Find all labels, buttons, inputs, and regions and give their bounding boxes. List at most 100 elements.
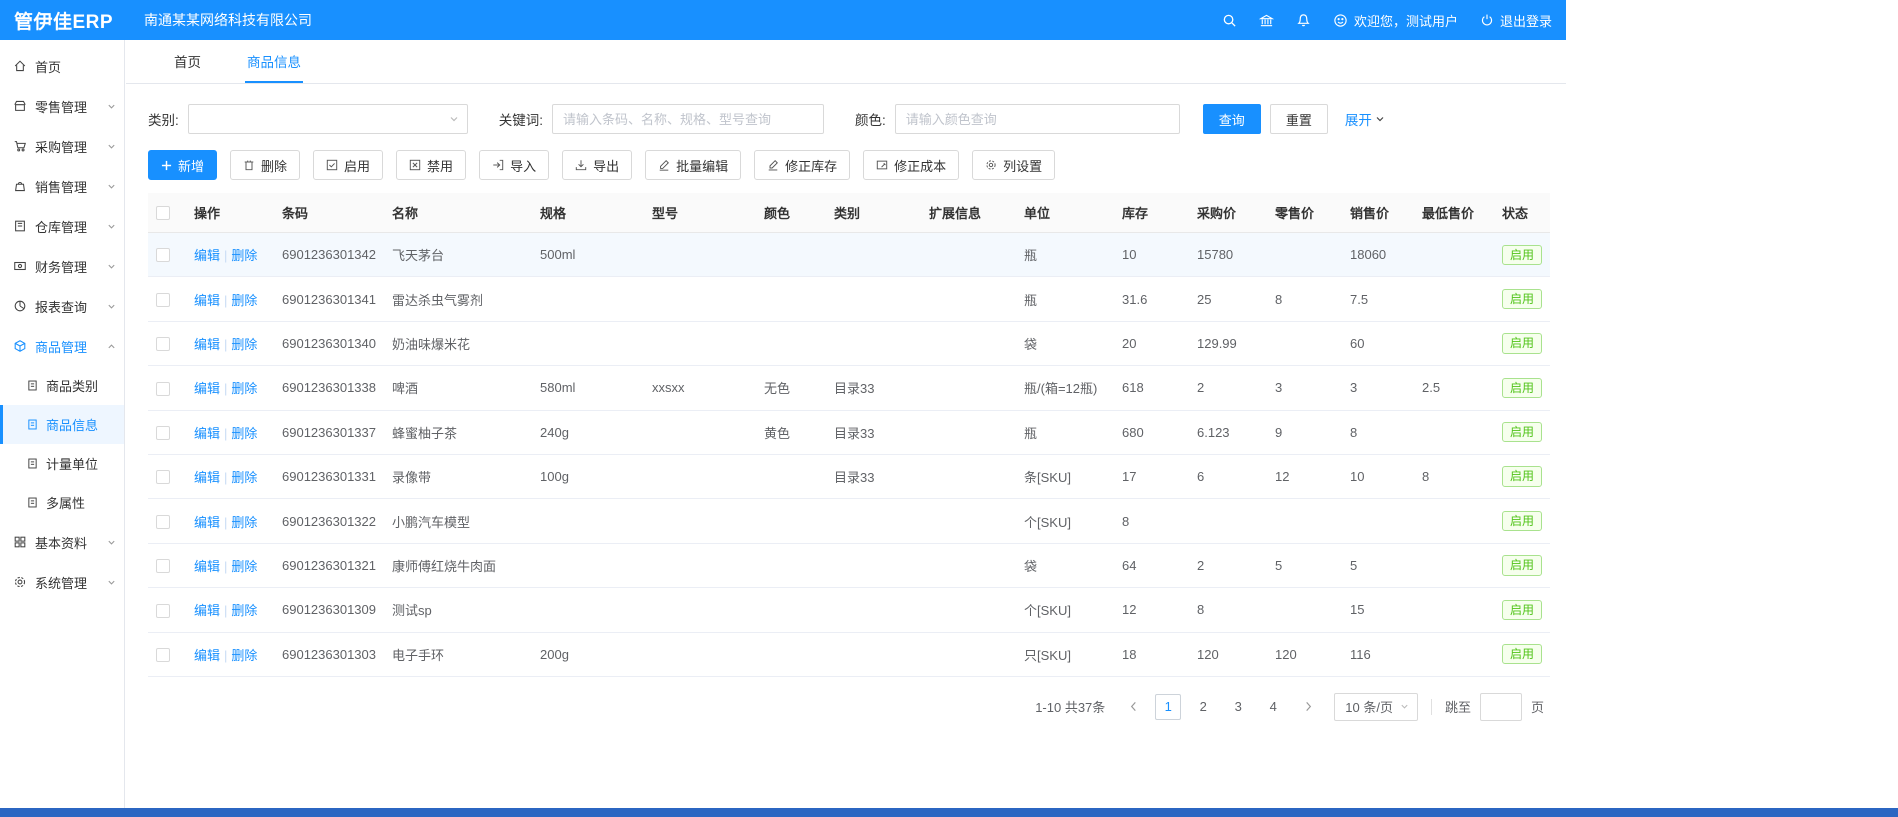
- edit-link[interactable]: 编辑: [194, 293, 220, 308]
- chevron-down-icon: [107, 182, 116, 191]
- cell-ext-info: [921, 233, 1016, 277]
- cell-ext-info: [921, 321, 1016, 365]
- delete-link[interactable]: 删除: [231, 293, 257, 308]
- search-button[interactable]: 查询: [1203, 104, 1261, 134]
- cell-sale-price: 8: [1342, 410, 1414, 454]
- bell-icon[interactable]: [1296, 13, 1311, 28]
- delete-link[interactable]: 删除: [231, 381, 257, 396]
- delete-link[interactable]: 删除: [231, 648, 257, 663]
- edit-link[interactable]: 编辑: [194, 381, 220, 396]
- chevron-down-icon: [107, 578, 116, 587]
- reset-button[interactable]: 重置: [1270, 104, 1328, 134]
- chevron-down-icon: [107, 538, 116, 547]
- page-size-select[interactable]: 10 条/页: [1334, 693, 1418, 721]
- row-checkbox[interactable]: [156, 648, 170, 662]
- cell-sale-price: 116: [1342, 632, 1414, 676]
- sidebar-item-sales[interactable]: 销售管理: [0, 166, 124, 206]
- prev-page-button[interactable]: [1120, 694, 1146, 720]
- add-button[interactable]: 新增: [148, 150, 217, 180]
- edit-link[interactable]: 编辑: [194, 248, 220, 263]
- delete-link[interactable]: 删除: [231, 426, 257, 441]
- row-checkbox[interactable]: [156, 248, 170, 262]
- row-checkbox[interactable]: [156, 382, 170, 396]
- delete-link[interactable]: 删除: [231, 559, 257, 574]
- welcome-text: 欢迎您，测试用户: [1354, 11, 1458, 30]
- row-checkbox[interactable]: [156, 426, 170, 440]
- enable-button[interactable]: 启用: [313, 150, 383, 180]
- sidebar-item-home[interactable]: 首页: [0, 46, 124, 86]
- color-input[interactable]: [895, 104, 1180, 134]
- fix-stock-button[interactable]: 修正库存: [754, 150, 850, 180]
- sidebar-item-purchase[interactable]: 采购管理: [0, 126, 124, 166]
- sidebar-item-basic-data[interactable]: 基本资料: [0, 522, 124, 562]
- cell-ext-info: [921, 632, 1016, 676]
- sidebar-item-reports[interactable]: 报表查询: [0, 286, 124, 326]
- cell-purchase-price: 6: [1189, 454, 1267, 498]
- cell-retail-price: [1267, 499, 1342, 543]
- page-button-3[interactable]: 3: [1225, 694, 1251, 720]
- page-button-1[interactable]: 1: [1155, 694, 1181, 720]
- cell-model: [644, 321, 756, 365]
- user-menu[interactable]: 欢迎您，测试用户: [1333, 11, 1458, 30]
- delete-link[interactable]: 删除: [231, 515, 257, 530]
- row-checkbox[interactable]: [156, 559, 170, 573]
- edit-link[interactable]: 编辑: [194, 515, 220, 530]
- page-button-2[interactable]: 2: [1190, 694, 1216, 720]
- cell-ext-info: [921, 543, 1016, 587]
- tab-home[interactable]: 首页: [172, 40, 203, 83]
- row-checkbox[interactable]: [156, 337, 170, 351]
- select-all-checkbox[interactable]: [156, 206, 170, 220]
- sidebar-item-product-category[interactable]: 商品类别: [0, 366, 124, 405]
- edit-link[interactable]: 编辑: [194, 648, 220, 663]
- home-bank-icon[interactable]: [1259, 13, 1274, 28]
- batch-edit-button[interactable]: 批量编辑: [645, 150, 741, 180]
- cell-retail-price: 9: [1267, 410, 1342, 454]
- tab-product-info[interactable]: 商品信息: [245, 40, 303, 83]
- status-badge: 启用: [1502, 511, 1542, 531]
- import-button[interactable]: 导入: [479, 150, 549, 180]
- row-checkbox[interactable]: [156, 604, 170, 618]
- row-checkbox[interactable]: [156, 515, 170, 529]
- delete-link[interactable]: 删除: [231, 603, 257, 618]
- keyword-input[interactable]: [552, 104, 824, 134]
- sidebar-item-warehouse[interactable]: 仓库管理: [0, 206, 124, 246]
- sidebar-item-finance[interactable]: 财务管理: [0, 246, 124, 286]
- pagination-divider: [1431, 699, 1432, 715]
- chevron-down-icon: [449, 114, 459, 124]
- col-header-stock: 库存: [1114, 193, 1189, 233]
- sidebar-item-retail[interactable]: 零售管理: [0, 86, 124, 126]
- cell-min-price: [1414, 410, 1494, 454]
- disable-button[interactable]: 禁用: [396, 150, 466, 180]
- row-checkbox[interactable]: [156, 470, 170, 484]
- row-checkbox[interactable]: [156, 293, 170, 307]
- category-select[interactable]: [188, 104, 468, 134]
- delete-link[interactable]: 删除: [231, 470, 257, 485]
- delete-link[interactable]: 删除: [231, 337, 257, 352]
- export-button[interactable]: 导出: [562, 150, 632, 180]
- link-divider: |: [224, 603, 227, 618]
- sidebar-item-measure-unit[interactable]: 计量单位: [0, 444, 124, 483]
- search-icon[interactable]: [1222, 13, 1237, 28]
- delete-link[interactable]: 删除: [231, 248, 257, 263]
- expand-link[interactable]: 展开: [1345, 109, 1385, 129]
- column-settings-button[interactable]: 列设置: [972, 150, 1055, 180]
- edit-link[interactable]: 编辑: [194, 426, 220, 441]
- sidebar-item-products[interactable]: 商品管理: [0, 326, 124, 366]
- sidebar-item-system[interactable]: 系统管理: [0, 562, 124, 602]
- edit-link[interactable]: 编辑: [194, 337, 220, 352]
- sidebar-item-multi-attribute[interactable]: 多属性: [0, 483, 124, 522]
- edit-link[interactable]: 编辑: [194, 559, 220, 574]
- edit-link[interactable]: 编辑: [194, 603, 220, 618]
- page-button-4[interactable]: 4: [1260, 694, 1286, 720]
- next-page-button[interactable]: [1295, 694, 1321, 720]
- cell-color: [756, 499, 826, 543]
- fix-cost-button[interactable]: 修正成本: [863, 150, 959, 180]
- sidebar-item-product-info[interactable]: 商品信息: [0, 405, 124, 444]
- delete-button[interactable]: 删除: [230, 150, 300, 180]
- cell-color: [756, 632, 826, 676]
- logout-button[interactable]: 退出登录: [1480, 11, 1552, 30]
- edit-link[interactable]: 编辑: [194, 470, 220, 485]
- status-badge: 启用: [1502, 644, 1542, 664]
- jump-page-input[interactable]: [1480, 693, 1522, 721]
- cell-min-price: 2.5: [1414, 366, 1494, 410]
